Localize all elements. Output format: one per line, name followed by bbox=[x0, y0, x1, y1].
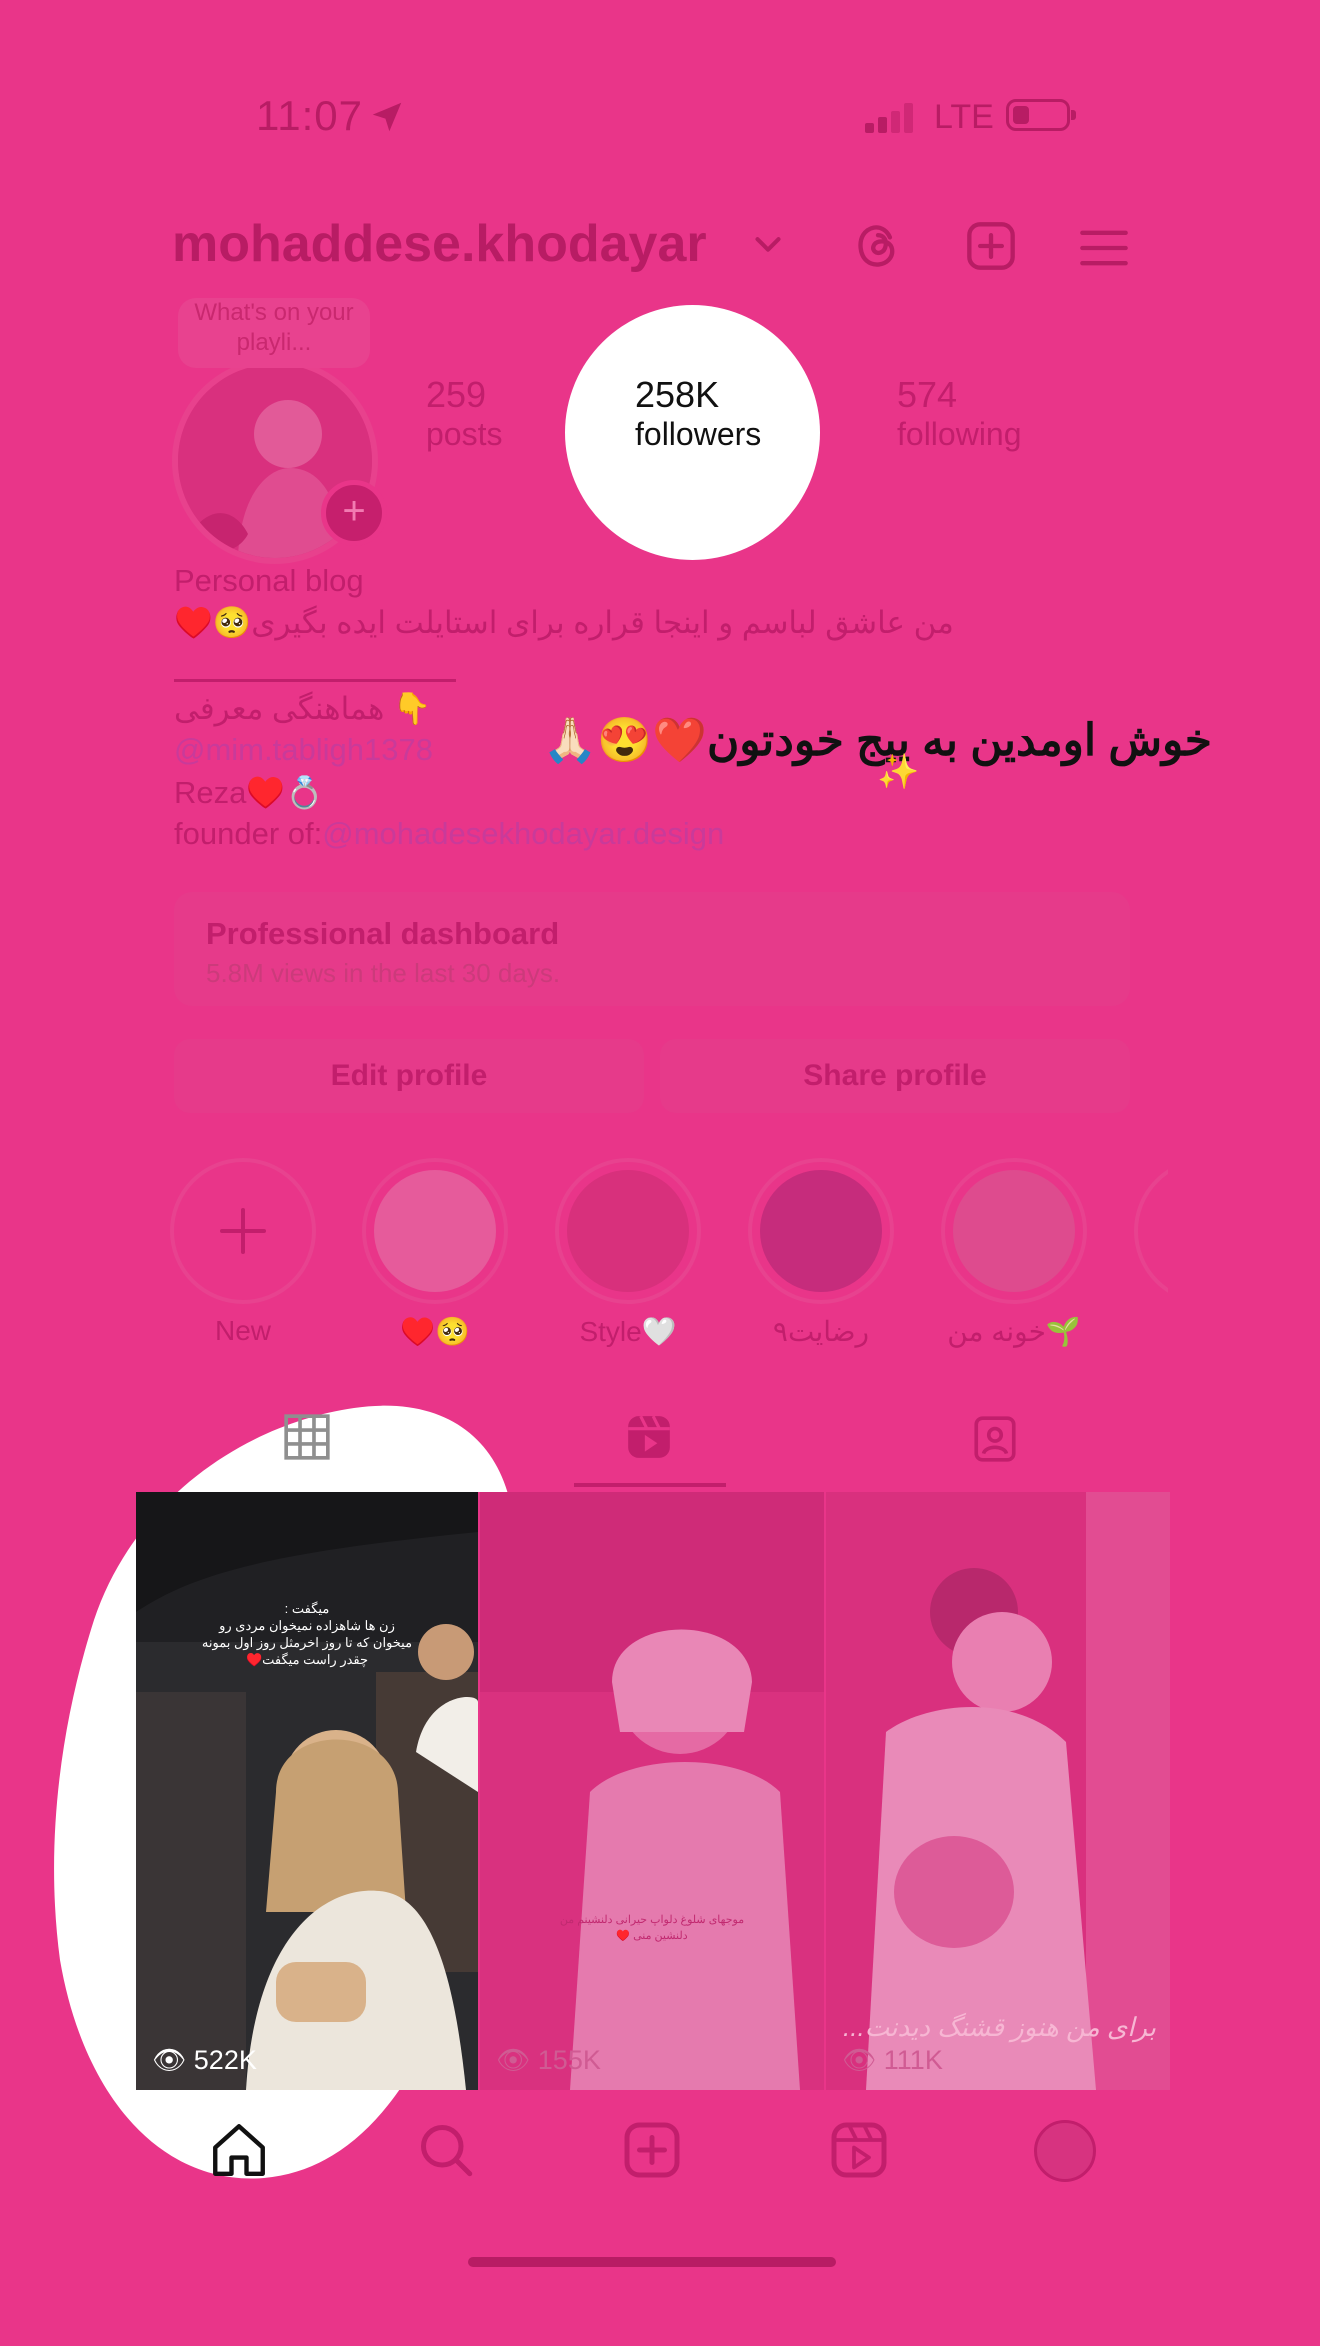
highlight-label-home: خونه من🌱 bbox=[947, 1316, 1081, 1347]
reel-caption-1: میگفت : زن ها شاهزاده نمیخوان مردی رو می… bbox=[201, 1601, 413, 1667]
posts-label: posts bbox=[426, 416, 503, 452]
status-time: 11:07 bbox=[256, 92, 363, 139]
signal-icon bbox=[865, 103, 915, 133]
highlight-new[interactable] bbox=[170, 1158, 316, 1304]
home-indicator bbox=[468, 2257, 836, 2267]
bio-line-4: Reza♥️💍 bbox=[174, 775, 324, 810]
bio-founder-prefix: founder of: bbox=[174, 816, 323, 851]
reel-views-3: 👁 111K bbox=[842, 2044, 943, 2076]
highlight-label-reviews: رضایت۹ bbox=[772, 1316, 870, 1347]
location-arrow-icon bbox=[372, 102, 402, 132]
sparkle-sticker: ✨ bbox=[877, 753, 920, 791]
stat-posts[interactable]: 259 posts bbox=[426, 374, 502, 453]
reel-views-count-2: 155K bbox=[537, 2045, 601, 2075]
dashboard-subtitle: 5.8M views in the last 30 days. bbox=[206, 958, 561, 988]
reels-icon[interactable] bbox=[624, 1412, 674, 1462]
bio-divider bbox=[174, 679, 456, 682]
reel-views-2: 👁 155K bbox=[496, 2044, 601, 2076]
highlight-2[interactable] bbox=[362, 1158, 508, 1304]
active-tab-indicator bbox=[574, 1483, 726, 1487]
grid-icon[interactable] bbox=[282, 1412, 332, 1462]
bio-mention-link[interactable]: @mim.tabligh1378 bbox=[174, 732, 433, 768]
stat-following[interactable]: 574 following bbox=[897, 374, 1022, 453]
dashboard-title: Professional dashboard bbox=[206, 916, 560, 951]
highlight-label-2: ♥️🥺 bbox=[400, 1316, 470, 1347]
highlight-home-cover bbox=[953, 1170, 1075, 1292]
battery-icon bbox=[1006, 99, 1076, 131]
chevron-down-icon[interactable] bbox=[754, 234, 782, 256]
profile-tab-avatar[interactable] bbox=[1034, 2120, 1096, 2182]
stat-followers[interactable]: 258K followers bbox=[635, 374, 761, 453]
plus-icon bbox=[220, 1208, 266, 1254]
highlight-style-cover bbox=[567, 1170, 689, 1292]
menu-icon[interactable] bbox=[1078, 222, 1130, 274]
highlight-style[interactable] bbox=[555, 1158, 701, 1304]
highlight-reviews[interactable] bbox=[748, 1158, 894, 1304]
reel-thumbnail-1 bbox=[136, 1492, 478, 2090]
notes-bubble[interactable]: What's on your playli... bbox=[178, 298, 370, 368]
eye-icon: 👁 bbox=[842, 2045, 884, 2075]
reel-views-count-3: 111K bbox=[883, 2045, 943, 2075]
following-count: 574 bbox=[897, 374, 958, 415]
threads-icon[interactable] bbox=[852, 220, 904, 272]
highlight-home[interactable] bbox=[941, 1158, 1087, 1304]
bio-founder-link[interactable]: @mohadesekhodayar.design bbox=[322, 816, 724, 851]
highlight-2-cover bbox=[374, 1170, 496, 1292]
tagged-icon[interactable] bbox=[970, 1414, 1020, 1464]
grid-item-3[interactable]: برای من هنوز قشنگ دیدنت... 👁 111K bbox=[826, 1492, 1170, 2090]
bio-line-1: من عاشق لباسم و اینجا قراره برای استایلت… bbox=[174, 605, 954, 640]
highlight-label-new: New bbox=[214, 1315, 271, 1346]
bio-line-2: 👇 هماهنگی معرفی bbox=[174, 691, 432, 726]
add-story-icon[interactable]: + bbox=[321, 480, 387, 546]
highlight-partial[interactable] bbox=[1134, 1158, 1168, 1304]
following-label: following bbox=[897, 416, 1022, 452]
profile-username[interactable]: mohaddese.khodayar bbox=[172, 214, 707, 274]
reel-views-count-1: 522K bbox=[193, 2045, 257, 2075]
followers-count: 258K bbox=[635, 374, 720, 415]
reel-caption-2: موجهای شلوغ دلواپ حیرانی دلنشینم من دلنش… bbox=[559, 1914, 745, 1942]
reel-views-1: 👁 522K bbox=[152, 2044, 257, 2076]
reel-caption-3: برای من هنوز قشنگ دیدنت... bbox=[843, 2012, 1156, 2042]
reels-nav-icon[interactable] bbox=[829, 2120, 889, 2180]
highlight-reviews-cover bbox=[760, 1170, 882, 1292]
eye-icon: 👁 bbox=[152, 2045, 194, 2075]
grid-item-2[interactable]: موجهای شلوغ دلواپ حیرانی دلنشینم من دلنش… bbox=[480, 1492, 824, 2090]
professional-dashboard-card[interactable]: Professional dashboard 5.8M views in the… bbox=[174, 892, 1130, 1006]
followers-label: followers bbox=[635, 416, 762, 452]
network-label: LTE bbox=[934, 98, 994, 136]
search-icon[interactable] bbox=[416, 2120, 476, 2180]
share-profile-button[interactable]: Share profile bbox=[660, 1039, 1130, 1113]
eye-icon: 👁 bbox=[496, 2045, 538, 2075]
welcome-overlay-text: خوش اومدین به پیج خودتون❤️😍🙏🏻 bbox=[542, 716, 1212, 765]
profile-category: Personal blog bbox=[174, 563, 364, 598]
grid-item-1[interactable]: میگفت : زن ها شاهزاده نمیخوان مردی رو می… bbox=[136, 1492, 478, 2090]
reel-thumbnail-2 bbox=[480, 1492, 824, 2090]
create-icon[interactable] bbox=[622, 2120, 682, 2180]
plus-square-icon[interactable] bbox=[965, 220, 1017, 272]
home-icon[interactable] bbox=[209, 2120, 269, 2180]
highlight-label-style: Style🤍 bbox=[579, 1316, 677, 1347]
posts-count: 259 bbox=[426, 374, 487, 415]
edit-profile-button[interactable]: Edit profile bbox=[174, 1039, 644, 1113]
reel-thumbnail-3 bbox=[826, 1492, 1170, 2090]
bio-line-5: founder of:@mohadesekhodayar.design bbox=[174, 816, 724, 852]
